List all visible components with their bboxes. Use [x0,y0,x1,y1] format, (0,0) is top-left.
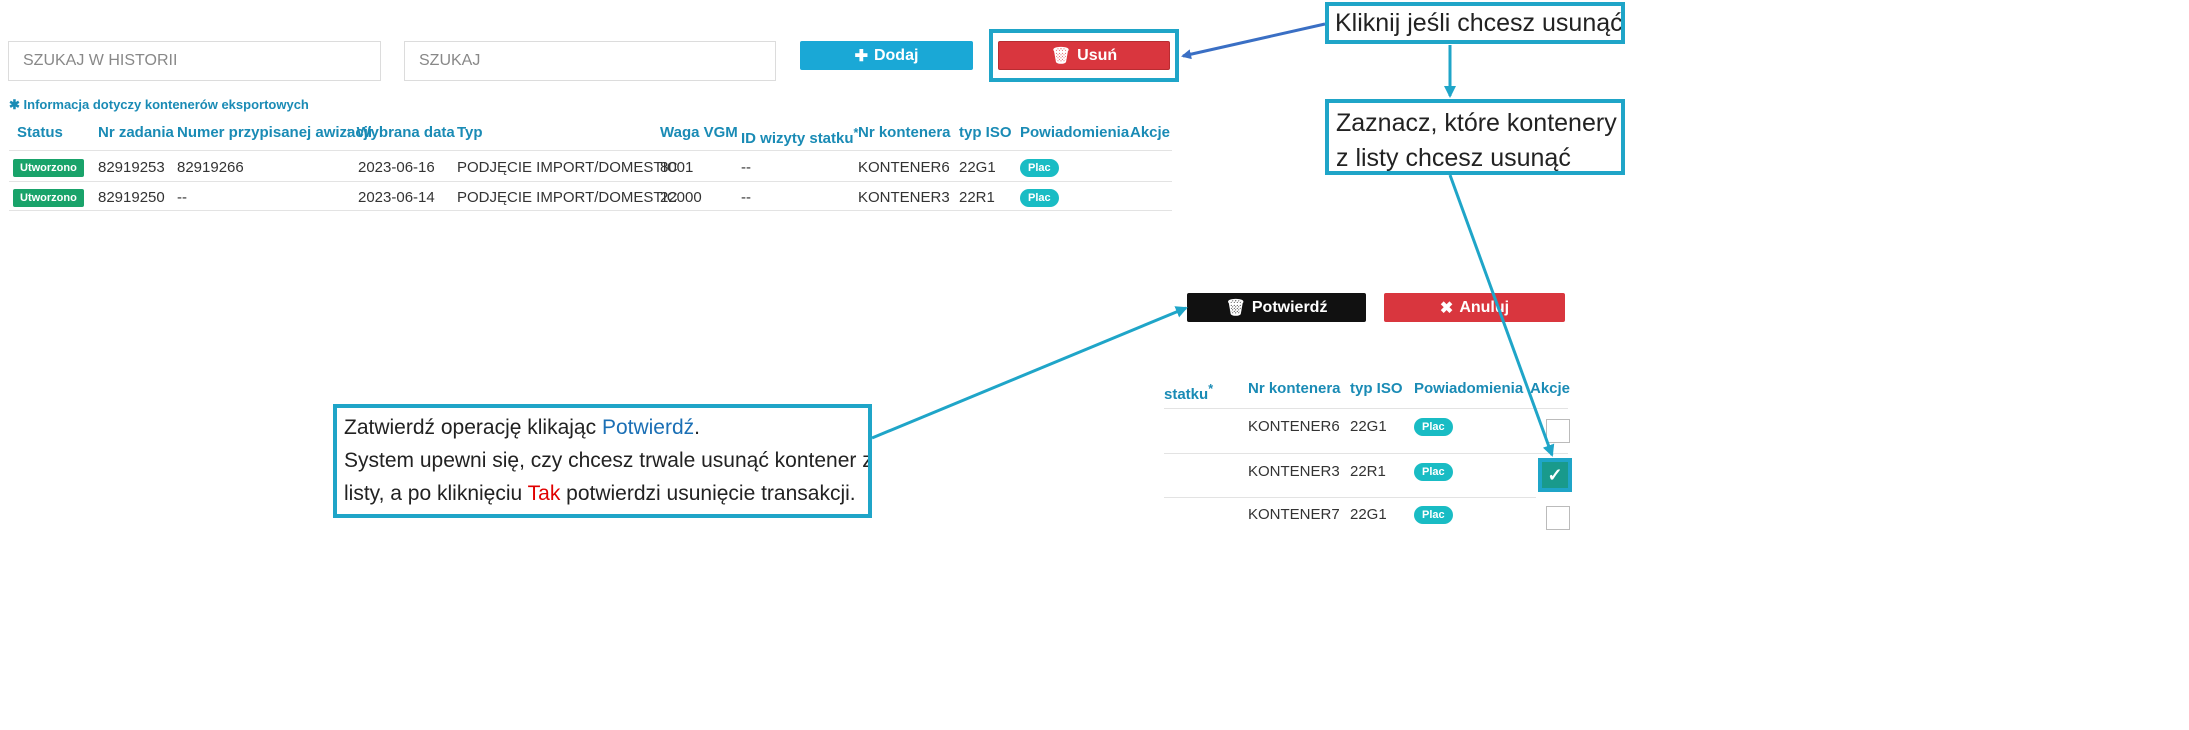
arrow-to-confirm [871,306,1188,440]
arrow-to-checkbox [1448,174,1555,457]
annotation-arrows [871,22,1555,457]
arrow-to-delete [1181,22,1326,60]
